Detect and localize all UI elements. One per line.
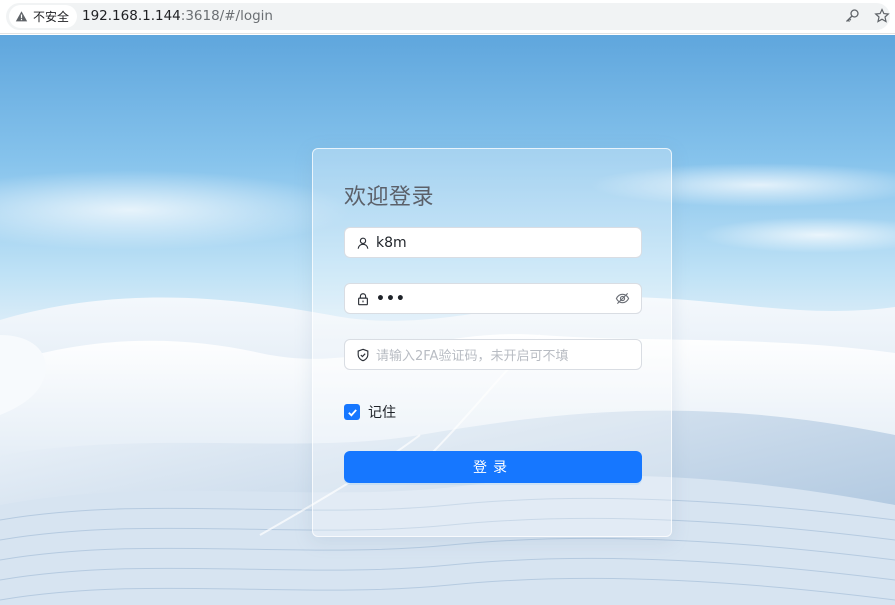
url-path: :3618/#/login <box>180 8 273 24</box>
twofa-field[interactable]: 请输入2FA验证码，未开启可不填 <box>344 339 642 370</box>
security-label: 不安全 <box>33 10 70 24</box>
key-icon[interactable] <box>844 8 860 24</box>
password-field[interactable]: ••• <box>344 283 642 314</box>
username-field[interactable]: k8m <box>344 227 642 258</box>
login-title: 欢迎登录 <box>344 185 435 210</box>
remember-checkbox[interactable] <box>344 404 360 420</box>
url-text[interactable]: 192.168.1.144:3618/#/login <box>82 8 273 24</box>
warning-icon <box>15 11 28 22</box>
user-icon <box>357 237 369 249</box>
shield-icon <box>357 348 369 361</box>
password-value: ••• <box>376 290 406 307</box>
star-icon[interactable] <box>874 8 890 24</box>
login-card: 欢迎登录 k8m ••• 请输入2FA验证码，未开启可不填 记住 登录 <box>312 148 672 537</box>
login-button[interactable]: 登录 <box>344 451 642 483</box>
checkmark-icon <box>347 408 357 417</box>
username-value: k8m <box>376 234 407 251</box>
browser-address-bar: 不安全 192.168.1.144:3618/#/login <box>0 0 895 34</box>
remember-label: 记住 <box>368 405 396 421</box>
eye-off-icon[interactable] <box>615 291 630 306</box>
url-host: 192.168.1.144 <box>82 8 181 24</box>
remember-me[interactable]: 记住 <box>344 402 396 422</box>
lock-icon <box>358 292 368 305</box>
twofa-placeholder: 请输入2FA验证码，未开启可不填 <box>376 349 569 364</box>
security-indicator[interactable]: 不安全 <box>9 5 78 28</box>
